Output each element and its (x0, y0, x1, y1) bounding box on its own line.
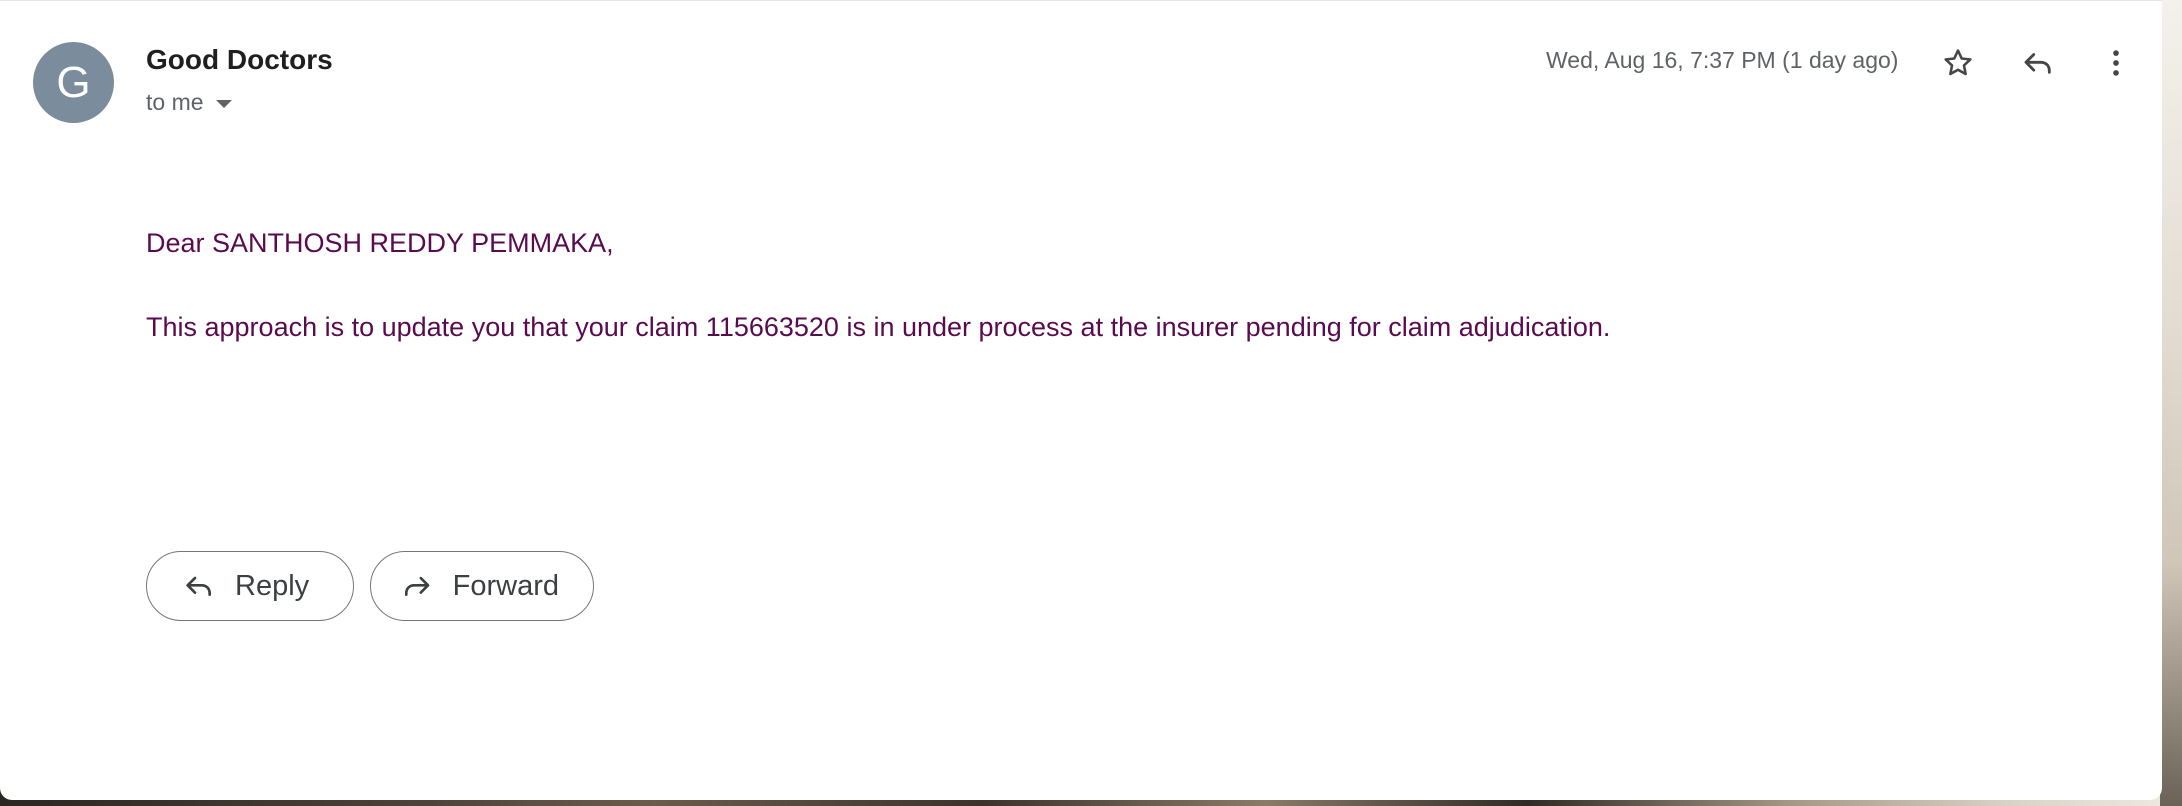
reply-icon (186, 576, 211, 596)
star-button[interactable] (1932, 37, 1984, 89)
forward-icon (404, 576, 430, 596)
reply-button-label: Reply (235, 569, 310, 602)
caret-down-icon (215, 100, 232, 108)
forward-button-label: Forward (452, 569, 559, 602)
more-options-button[interactable] (2090, 37, 2142, 89)
avatar-letter: G (56, 57, 91, 107)
desktop-wallpaper-edge (2160, 0, 2182, 806)
email-greeting: Dear SANTHOSH REDDY PEMMAKA, (146, 228, 614, 258)
recipient-label: to me (146, 89, 204, 115)
email-date: Wed, Aug 16, 7:37 PM (1 day ago) (1546, 47, 1899, 73)
email-body-text: This approach is to update you that your… (146, 312, 1611, 342)
reply-button[interactable]: Reply (146, 551, 354, 621)
email-message-pane: G Good Doctors to me Wed, Aug 16, 7:37 P… (0, 0, 2162, 800)
reply-icon (2024, 53, 2051, 74)
sender-name[interactable]: Good Doctors (146, 44, 333, 76)
more-vertical-icon (2113, 50, 2119, 76)
reply-icon-button[interactable] (2012, 37, 2064, 89)
avatar[interactable]: G (33, 42, 114, 123)
recipient-details-toggle[interactable]: to me (146, 89, 232, 116)
star-icon (1944, 49, 1972, 76)
forward-button[interactable]: Forward (370, 551, 594, 621)
